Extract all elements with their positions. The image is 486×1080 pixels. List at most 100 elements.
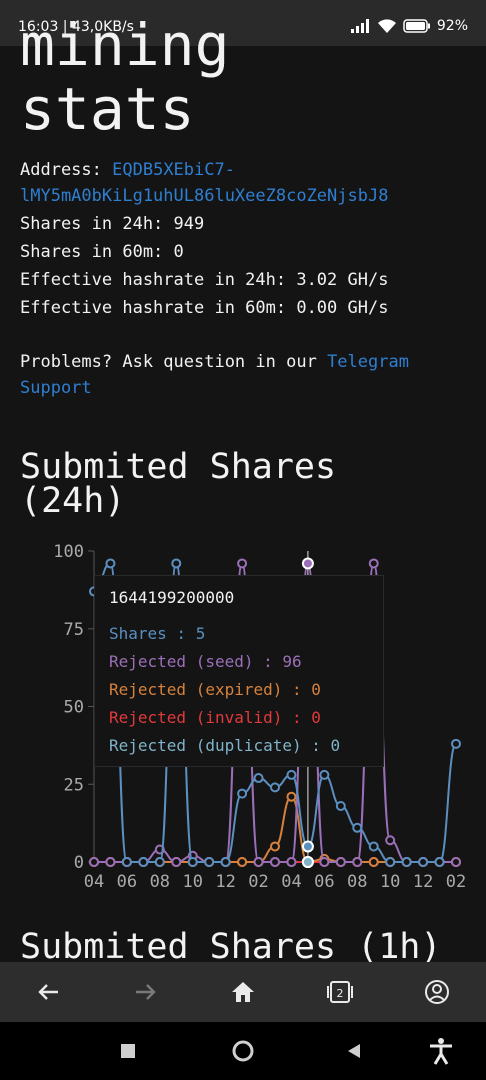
highlight-point (301, 840, 314, 853)
data-point (105, 558, 116, 569)
forward-arrow-icon[interactable] (130, 976, 162, 1008)
shares-24h: Shares in 24h: 949 (20, 214, 205, 234)
tooltip-seed: Rejected (seed) : 96 (109, 652, 302, 671)
data-point (253, 857, 264, 867)
address-label: Address: (20, 160, 102, 180)
y-tick-label: 75 (64, 620, 84, 640)
browser-nav-bar: 2 (0, 962, 486, 1022)
data-point (237, 857, 248, 867)
data-point (368, 558, 379, 569)
address-link-continued[interactable]: lMY5mA0bKiLg1uhUL86luXeeZ8coZeNjsbJ8 (20, 182, 388, 210)
tooltip-expired: Rejected (expired) : 0 (109, 680, 321, 699)
problems-row: Problems? Ask question in our Telegram (20, 348, 409, 376)
wifi-icon (377, 19, 396, 33)
page-title-line1: mining (20, 11, 230, 79)
data-point (368, 841, 379, 852)
x-tick-label: 08 (347, 872, 367, 892)
tooltip-title: 1644199200000 (109, 588, 235, 607)
signal-icon (350, 19, 369, 33)
data-point (451, 738, 461, 749)
x-tick-label: 02 (446, 872, 466, 892)
y-tick-label: 100 (53, 542, 84, 562)
tooltip-duplicate: Rejected (duplicate) : 0 (109, 736, 341, 755)
data-point (237, 788, 248, 799)
x-tick-label: 10 (182, 872, 202, 892)
x-tick-label: 04 (84, 872, 104, 892)
x-tick-label: 06 (117, 872, 137, 892)
data-point (270, 782, 280, 793)
data-point (434, 857, 445, 867)
data-point (171, 857, 182, 867)
data-point (319, 857, 330, 867)
battery-icon (403, 19, 430, 33)
tooltip-shares: Shares : 5 (109, 624, 206, 643)
data-point (105, 857, 116, 867)
data-point (418, 857, 429, 867)
x-tick-label: 12 (413, 872, 433, 892)
status-icons: 92% (350, 18, 468, 34)
data-point (237, 558, 248, 569)
svg-text:2: 2 (337, 987, 344, 1000)
highlight-point (301, 557, 314, 570)
data-point (286, 791, 297, 802)
data-point (368, 857, 379, 867)
data-point (335, 801, 346, 812)
x-tick-label: 04 (281, 872, 301, 892)
address-row: Address: EQDB5XEbiC7- (20, 156, 235, 184)
y-tick-label: 50 (64, 698, 84, 718)
section-title-24h-line2: (24h) (20, 481, 126, 521)
back-triangle-icon[interactable] (346, 1043, 362, 1059)
section-title-1h: Submited Shares (1h) (20, 927, 442, 967)
data-point (253, 773, 264, 784)
data-point (187, 857, 198, 867)
data-point (352, 822, 363, 833)
shares-60m: Shares in 60m: 0 (20, 242, 184, 262)
data-point (451, 857, 461, 867)
telegram-link[interactable]: Telegram (327, 352, 409, 372)
y-tick-label: 0 (74, 853, 84, 873)
x-tick-label: 10 (380, 872, 400, 892)
x-tick-label: 08 (150, 872, 170, 892)
telegram-support-link[interactable]: Support (20, 374, 92, 402)
data-point (286, 769, 297, 780)
tabs-icon[interactable]: 2 (324, 976, 356, 1008)
data-point (385, 835, 396, 846)
data-point (204, 857, 215, 867)
highlight-point (301, 856, 314, 868)
hashrate-60m: Effective hashrate in 60m: 0.00 GH/s (20, 298, 389, 318)
battery-percent: 92% (436, 18, 468, 34)
chart-tooltip: 1644199200000 Shares : 5 Rejected (seed)… (94, 575, 384, 767)
data-point (270, 857, 280, 867)
system-nav-bar (0, 1022, 486, 1080)
recents-icon[interactable] (121, 1044, 135, 1058)
x-tick-label: 02 (248, 872, 268, 892)
data-point (121, 857, 132, 867)
data-point (138, 857, 149, 867)
section-title-24h-line1: Submited Shares (20, 447, 337, 487)
home-icon[interactable] (227, 976, 259, 1008)
home-circle-icon[interactable] (231, 1039, 255, 1063)
data-point (286, 857, 297, 867)
address-link[interactable]: EQDB5XEbiC7- (112, 160, 235, 180)
data-point (89, 857, 99, 867)
x-tick-label: 06 (314, 872, 334, 892)
data-point (171, 558, 182, 569)
data-point (401, 857, 412, 867)
tooltip-invalid: Rejected (invalid) : 0 (109, 708, 321, 727)
data-point (319, 769, 330, 780)
y-tick-label: 25 (64, 775, 84, 795)
series-line (94, 795, 456, 864)
problems-text: Problems? Ask question in our (20, 352, 317, 372)
data-point (270, 841, 280, 852)
accessibility-icon[interactable] (428, 1037, 454, 1065)
data-point (335, 857, 346, 867)
data-point (352, 857, 363, 867)
page-title-line2: stats (20, 75, 195, 143)
back-arrow-icon[interactable] (32, 976, 64, 1008)
hashrate-24h: Effective hashrate in 24h: 3.02 GH/s (20, 270, 389, 290)
data-point (385, 857, 396, 867)
data-point (220, 857, 231, 867)
data-point (154, 857, 165, 867)
profile-icon[interactable] (421, 976, 453, 1008)
x-tick-label: 12 (215, 872, 235, 892)
